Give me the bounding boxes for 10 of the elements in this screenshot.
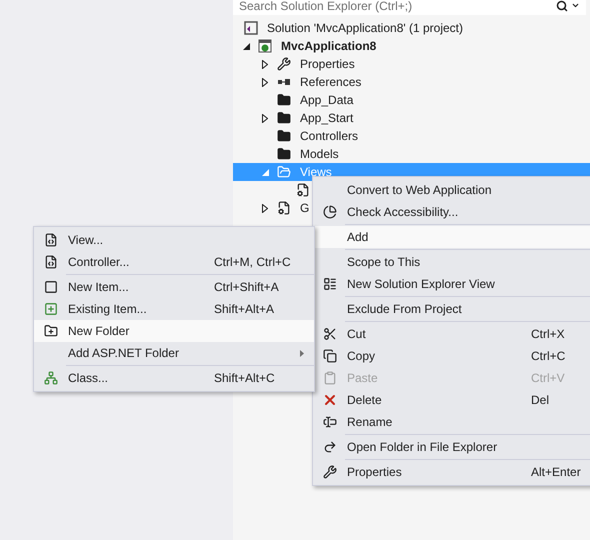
tree-item-label: Controllers xyxy=(300,128,358,145)
tree-item-label: G xyxy=(300,200,310,217)
tree-item-label: Solution 'MvcApplication8' (1 project) xyxy=(267,20,464,37)
tree-item-label: Properties xyxy=(300,56,355,73)
tree-item-label: Models xyxy=(300,146,339,163)
tree-item-label: App_Start xyxy=(300,110,354,127)
tree-item-label: MvcApplication8 xyxy=(281,38,376,55)
tree-item-label: Views xyxy=(300,164,332,181)
tree-item-label: References xyxy=(300,74,362,91)
tree-item-label: App_Data xyxy=(300,92,354,109)
